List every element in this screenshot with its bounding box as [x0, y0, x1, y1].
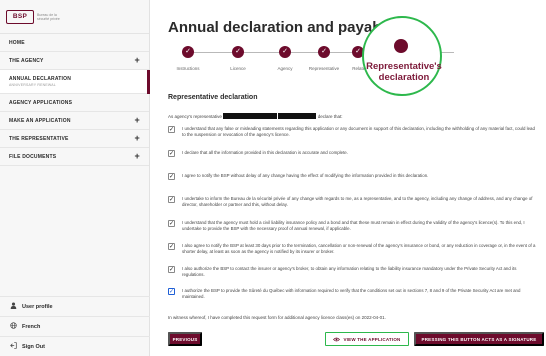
declaration-text: I also agree to notify the BSP at least …: [182, 243, 536, 254]
step-instructions-check-icon[interactable]: ✓: [182, 46, 194, 58]
sidebar-item-the-agency[interactable]: THE AGENCY +: [0, 52, 149, 70]
sign-out-link[interactable]: Sign Out: [0, 336, 150, 356]
sidebar-item-label: HOME: [9, 39, 25, 46]
language-label: French: [22, 323, 41, 330]
sidebar-item-label: ANNUAL DECLARATION: [9, 76, 72, 82]
declaration-checkbox[interactable]: ✓: [168, 150, 175, 157]
declaration-item: ✓ I also agree to notify the BSP at leas…: [168, 243, 538, 254]
declaration-checkbox[interactable]: ✓: [168, 173, 175, 180]
declaration-item: ✓ I also authorize the BSP to contact th…: [168, 266, 538, 277]
current-step-label: Representative's declaration: [366, 61, 442, 83]
declaration-text: I understand that any false or misleadin…: [182, 126, 535, 137]
sidebar-nav: HOME THE AGENCY + ANNUAL DECLARATION ANN…: [0, 34, 150, 166]
declaration-text: I agree to notify the BSP without delay …: [182, 173, 429, 178]
declaration-item: ✓ I declare that all the information pro…: [168, 150, 538, 157]
sidebar-item-label: MAKE AN APPLICATION: [9, 117, 71, 124]
declaration-text: I authorize the BSP to provide the Sûret…: [182, 288, 521, 299]
sidebar: BSP Bureau de la sécurité privée HOME TH…: [0, 0, 150, 356]
signature-submit-button[interactable]: PRESSING THIS BUTTON ACTS AS A SIGNATURE: [414, 332, 544, 346]
declaration-checkbox[interactable]: ✓: [168, 220, 175, 227]
intro-text: As agency's representative: [168, 114, 222, 119]
sidebar-item-label: THE REPRESENTATIVE: [9, 135, 69, 142]
expand-plus-icon[interactable]: +: [135, 151, 140, 161]
sign-out-icon: [9, 342, 17, 351]
sidebar-item-sublabel: ANNIVERSARY RENEWAL: [9, 83, 56, 87]
declaration-checkbox[interactable]: ✓: [168, 288, 175, 295]
expand-plus-icon[interactable]: +: [135, 133, 140, 143]
declaration-text: I understand that the agency must hold a…: [182, 220, 525, 231]
sidebar-item-label: AGENCY APPLICATIONS: [9, 99, 73, 106]
step-licence-check-icon[interactable]: ✓: [232, 46, 244, 58]
view-application-label: VIEW THE APPLICATION: [343, 336, 401, 342]
expand-plus-icon[interactable]: +: [135, 55, 140, 65]
language-toggle[interactable]: French: [0, 316, 150, 336]
sidebar-item-annual-declaration[interactable]: ANNUAL DECLARATION ANNIVERSARY RENEWAL: [0, 70, 150, 94]
declaration-checkbox[interactable]: ✓: [168, 126, 175, 133]
redacted-name: [278, 113, 317, 119]
declaration-checkbox[interactable]: ✓: [168, 266, 175, 273]
declaration-text: I undertake to inform the Bureau de la s…: [182, 196, 533, 207]
witness-statement: In witness whereof, I have completed thi…: [168, 315, 386, 320]
sidebar-item-make-an-application[interactable]: MAKE AN APPLICATION +: [0, 112, 149, 130]
bsp-logo[interactable]: BSP: [6, 9, 34, 24]
step-label: Licence: [230, 66, 246, 71]
sidebar-footer: User profile French Sign Out: [0, 296, 150, 356]
intro-text: declare that:: [317, 114, 343, 119]
declaration-item: ✓ I undertake to inform the Bureau de la…: [168, 196, 538, 207]
declaration-item: ✓ I understand that any false or mislead…: [168, 126, 538, 137]
user-icon: [9, 302, 17, 311]
current-step-highlight: Representative's declaration: [362, 16, 442, 96]
sidebar-item-agency-applications[interactable]: AGENCY APPLICATIONS: [0, 94, 149, 112]
declaration-checkbox[interactable]: ✓: [168, 243, 175, 250]
sign-out-label: Sign Out: [22, 343, 45, 350]
app: BSP Bureau de la sécurité privée HOME TH…: [0, 0, 546, 356]
sidebar-item-home[interactable]: HOME: [0, 34, 149, 52]
expand-plus-icon[interactable]: +: [135, 115, 140, 125]
sidebar-item-file-documents[interactable]: FILE DOCUMENTS +: [0, 148, 149, 166]
step-label: Instructions: [176, 66, 200, 71]
user-profile-link[interactable]: User profile: [0, 296, 150, 316]
section-title: Representative declaration: [168, 94, 258, 101]
eye-icon: [333, 337, 341, 342]
sidebar-item-the-representative[interactable]: THE REPRESENTATIVE +: [0, 130, 149, 148]
step-label: Agency: [277, 66, 293, 71]
sidebar-item-label: THE AGENCY: [9, 57, 44, 64]
main-content: Annual declaration and payable fees ✓ In…: [150, 0, 546, 356]
declaration-text: I declare that all the information provi…: [182, 150, 348, 155]
step-representative-check-icon[interactable]: ✓: [318, 46, 330, 58]
declaration-intro: As agency's representative declare that:: [168, 113, 342, 119]
declaration-item: ✓ I authorize the BSP to provide the Sûr…: [168, 288, 538, 299]
current-step-dot: [394, 39, 408, 53]
declaration-text: I also authorize the BSP to contact the …: [182, 266, 517, 277]
declaration-checkbox[interactable]: ✓: [168, 196, 175, 203]
previous-button[interactable]: PREVIOUS: [168, 332, 202, 346]
declaration-item: ✓ I understand that the agency must hold…: [168, 220, 538, 231]
logo-subtitle: Bureau de la sécurité privée: [37, 12, 60, 21]
globe-icon: [9, 322, 17, 331]
redacted-name: [223, 113, 278, 119]
logo-bar: BSP Bureau de la sécurité privée: [0, 0, 149, 34]
user-profile-label: User profile: [22, 303, 53, 310]
sidebar-item-label: FILE DOCUMENTS: [9, 153, 57, 160]
step-agency-check-icon[interactable]: ✓: [279, 46, 291, 58]
declaration-item: ✓ I agree to notify the BSP without dela…: [168, 173, 538, 180]
view-application-button[interactable]: VIEW THE APPLICATION: [325, 332, 409, 346]
